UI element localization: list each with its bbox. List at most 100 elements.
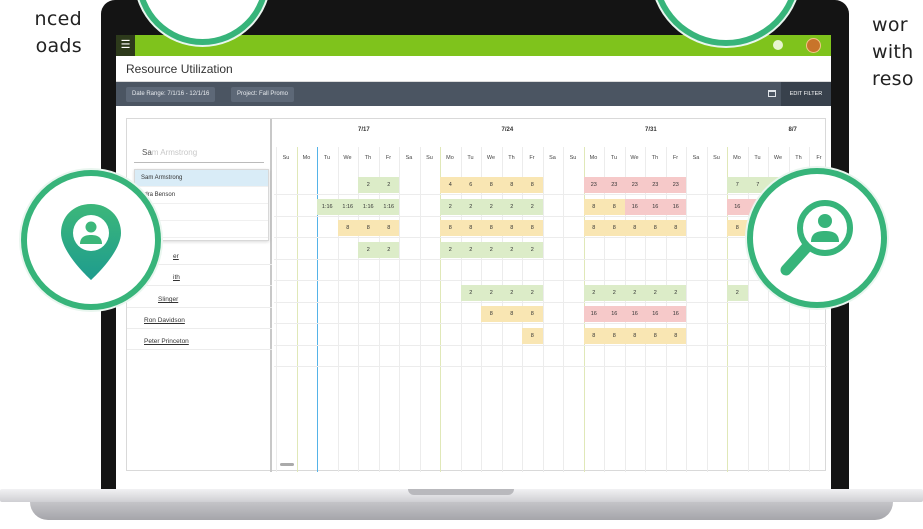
allocation-cell[interactable]: 2 [501, 284, 522, 301]
allocation-cell[interactable]: 16 [583, 306, 604, 322]
allocation-cell[interactable]: 8 [727, 220, 748, 236]
allocation-cell[interactable]: 23 [624, 177, 645, 193]
allocation-cell[interactable]: 1:16 [317, 198, 338, 215]
allocation-cell[interactable]: 2 [460, 284, 481, 301]
allocation-cell[interactable]: 2 [727, 284, 748, 301]
allocation-cell[interactable]: 16 [665, 306, 686, 322]
person-row[interactable]: Ron Davidson [127, 312, 272, 329]
calendar-icon[interactable] [768, 90, 776, 97]
help-icon[interactable] [773, 40, 783, 50]
allocation-cell[interactable]: 8 [378, 220, 399, 236]
user-avatar[interactable] [806, 38, 821, 53]
allocation-cell[interactable]: 2 [522, 241, 543, 258]
allocation-cell[interactable]: 23 [665, 177, 686, 193]
allocation-cell[interactable]: 8 [583, 198, 604, 215]
allocation-cell[interactable]: 8 [665, 327, 686, 344]
allocation-cell[interactable]: 16 [645, 198, 666, 215]
allocation-cell[interactable]: 8 [645, 327, 666, 344]
day-header: Tu [754, 155, 761, 161]
allocation-cell[interactable]: 2 [624, 284, 645, 301]
hamburger-menu-button[interactable]: ☰ [116, 35, 135, 56]
allocation-cell[interactable]: 4 [440, 177, 461, 193]
allocation-cell[interactable]: 8 [337, 220, 358, 236]
allocation-cell[interactable]: 8 [522, 177, 543, 193]
allocation-cell[interactable]: 8 [460, 220, 481, 236]
allocation-cell[interactable]: 8 [501, 177, 522, 193]
allocation-cell[interactable]: 2 [522, 198, 543, 215]
allocation-cell[interactable]: 2 [358, 177, 379, 193]
allocation-cell[interactable]: 8 [358, 220, 379, 236]
allocation-cell[interactable]: 2 [481, 198, 502, 215]
allocation-cell[interactable]: 1:16 [378, 198, 399, 215]
allocation-cell[interactable]: 2 [583, 284, 604, 301]
edit-filter-button[interactable]: EDIT FILTER [781, 82, 831, 106]
allocation-cell[interactable]: 8 [522, 327, 543, 344]
connection-node-icon [658, 0, 794, 40]
allocation-cell[interactable]: 8 [440, 220, 461, 236]
grid-column-line [378, 147, 380, 472]
allocation-cell[interactable]: 8 [501, 306, 522, 322]
allocation-cell[interactable]: 8 [481, 306, 502, 322]
allocation-cell[interactable]: 2 [501, 198, 522, 215]
allocation-cell[interactable]: 2 [378, 241, 399, 258]
allocation-cell[interactable]: 16 [665, 198, 686, 215]
allocation-cell[interactable]: 8 [583, 327, 604, 344]
allocation-cell[interactable]: 7 [727, 177, 748, 193]
left-text-line: oads [35, 35, 82, 57]
day-header: Su [569, 155, 577, 161]
allocation-cell[interactable]: 2 [481, 284, 502, 301]
allocation-cell[interactable]: 8 [665, 220, 686, 236]
person-search-input[interactable]: Sam Armstrong [134, 143, 264, 163]
allocation-cell[interactable]: 8 [522, 306, 543, 322]
allocation-cell[interactable]: 6 [460, 177, 481, 193]
allocation-cell[interactable]: 2 [522, 284, 543, 301]
allocation-cell[interactable]: 16 [604, 306, 625, 322]
grid-column-line [358, 147, 359, 472]
allocation-cell[interactable]: 1:16 [337, 198, 358, 215]
allocation-cell[interactable]: 8 [501, 220, 522, 236]
grid-column-line [706, 147, 708, 472]
grid-column-line [399, 147, 400, 472]
day-header: Sa [405, 155, 413, 161]
allocation-cell[interactable]: 2 [645, 284, 666, 301]
allocation-cell[interactable]: 8 [583, 220, 604, 236]
allocation-cell[interactable]: 23 [645, 177, 666, 193]
allocation-cell[interactable]: 2 [665, 284, 686, 301]
grid-row-line [274, 258, 827, 260]
week-header: 7/24 [501, 127, 514, 133]
day-header: Sa [692, 155, 700, 161]
allocation-cell[interactable]: 8 [481, 220, 502, 236]
allocation-cell[interactable]: 2 [440, 241, 461, 258]
allocation-cell[interactable]: 8 [481, 177, 502, 193]
allocation-cell[interactable]: 2 [481, 241, 502, 258]
allocation-cell[interactable]: 8 [522, 220, 543, 236]
allocation-cell[interactable]: 8 [624, 220, 645, 236]
allocation-cell[interactable]: 8 [604, 220, 625, 236]
allocation-cell[interactable]: 8 [604, 327, 625, 344]
allocation-cell[interactable]: 16 [624, 198, 645, 215]
allocation-cell[interactable]: 16 [624, 306, 645, 322]
person-row[interactable]: Peter Princeton [127, 333, 272, 350]
allocation-cell[interactable]: 8 [624, 327, 645, 344]
allocation-cell[interactable]: 2 [440, 198, 461, 215]
allocation-cell[interactable]: 1:16 [358, 198, 379, 215]
allocation-cell[interactable]: 2 [378, 177, 399, 193]
app-screen: ☰ Resource Utilization Date Range: 7/1/1… [116, 35, 831, 490]
allocation-cell[interactable]: 16 [645, 306, 666, 322]
allocation-cell[interactable]: 23 [604, 177, 625, 193]
allocation-cell[interactable]: 2 [460, 241, 481, 258]
allocation-cell[interactable]: 8 [604, 198, 625, 215]
horizontal-scrollbar[interactable] [280, 463, 294, 466]
allocation-cell[interactable]: 8 [645, 220, 666, 236]
project-chip[interactable]: Project: Fall Promo [231, 87, 295, 102]
allocation-cell[interactable]: 23 [583, 177, 604, 193]
allocation-cell[interactable]: 2 [358, 241, 379, 258]
allocation-cell[interactable]: 2 [501, 241, 522, 258]
allocation-cell[interactable]: 2 [460, 198, 481, 215]
allocation-cell[interactable]: 2 [604, 284, 625, 301]
grid-row-line [274, 323, 827, 324]
allocation-cell[interactable]: 16 [727, 198, 748, 215]
grid-column-line [542, 147, 544, 472]
date-range-chip[interactable]: Date Range: 7/1/16 - 12/1/16 [126, 87, 216, 102]
grid-column-line [686, 147, 687, 472]
